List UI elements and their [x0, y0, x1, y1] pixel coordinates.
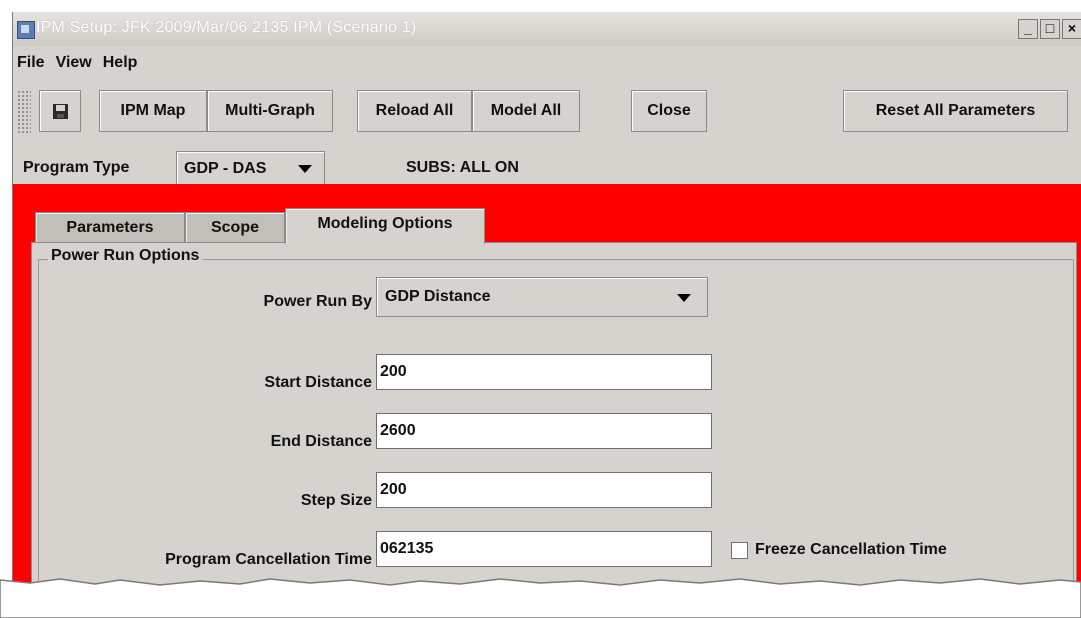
- close-window-button[interactable]: ×: [1062, 19, 1081, 39]
- reload-all-button[interactable]: Reload All: [357, 90, 472, 132]
- program-cancellation-time-field[interactable]: 062135: [376, 531, 712, 567]
- ipm-map-button[interactable]: IPM Map: [99, 90, 207, 132]
- maximize-button[interactable]: □: [1040, 19, 1060, 39]
- step-size-field[interactable]: 200: [376, 472, 712, 508]
- window-controls: _ □ ×: [1016, 19, 1081, 39]
- program-cancellation-time-label: Program Cancellation Time: [165, 551, 372, 568]
- title-bar[interactable]: IPM Setup: JFK 2009/Mar/06 2135 IPM (Sce…: [13, 12, 1081, 46]
- power-run-by-label: Power Run By: [263, 293, 372, 310]
- program-type-value: GDP - DAS: [184, 160, 267, 177]
- start-distance-label: Start Distance: [264, 374, 372, 391]
- app-icon: [17, 21, 35, 39]
- power-run-by-select[interactable]: GDP Distance: [376, 277, 708, 317]
- program-type-row: Program Type GDP - DAS SUBS: ALL ON: [13, 147, 1081, 187]
- power-run-options-title: Power Run Options: [48, 247, 203, 265]
- end-distance-field[interactable]: 2600: [376, 413, 712, 449]
- floppy-disk-icon: [52, 103, 68, 119]
- end-distance-label: End Distance: [270, 433, 372, 450]
- chevron-down-icon: [298, 165, 312, 173]
- subs-status: SUBS: ALL ON: [406, 159, 519, 176]
- tab-modeling-options[interactable]: Modeling Options: [285, 208, 485, 244]
- toolbar-grip-handle[interactable]: [17, 90, 31, 134]
- tab-parameters[interactable]: Parameters: [35, 212, 185, 242]
- save-button[interactable]: [39, 90, 81, 132]
- close-button[interactable]: Close: [631, 90, 707, 132]
- window-title: IPM Setup: JFK 2009/Mar/06 2135 IPM (Sce…: [36, 19, 417, 36]
- power-run-by-value: GDP Distance: [385, 288, 491, 305]
- torn-edge-decoration: [0, 578, 1081, 618]
- menu-bar: File View Help: [13, 52, 144, 78]
- menu-file[interactable]: File: [13, 52, 52, 78]
- start-distance-field[interactable]: 200: [376, 354, 712, 390]
- menu-help[interactable]: Help: [99, 52, 145, 78]
- ipm-setup-window: IPM Setup: JFK 2009/Mar/06 2135 IPM (Sce…: [12, 12, 1081, 605]
- minimize-button[interactable]: _: [1018, 19, 1038, 39]
- model-all-button[interactable]: Model All: [472, 90, 580, 132]
- chevron-down-icon: [677, 294, 691, 302]
- freeze-cancellation-time-checkbox[interactable]: [731, 542, 748, 559]
- reset-all-parameters-button[interactable]: Reset All Parameters: [843, 90, 1068, 132]
- tab-scope[interactable]: Scope: [185, 212, 285, 242]
- step-size-label: Step Size: [300, 492, 372, 509]
- menu-view[interactable]: View: [52, 52, 99, 78]
- program-type-label: Program Type: [23, 159, 130, 176]
- multi-graph-button[interactable]: Multi-Graph: [207, 90, 333, 132]
- freeze-cancellation-time-label[interactable]: Freeze Cancellation Time: [755, 541, 947, 559]
- toolbar: IPM Map Multi-Graph Reload All Model All…: [13, 87, 1081, 137]
- program-type-select[interactable]: GDP - DAS: [176, 151, 325, 185]
